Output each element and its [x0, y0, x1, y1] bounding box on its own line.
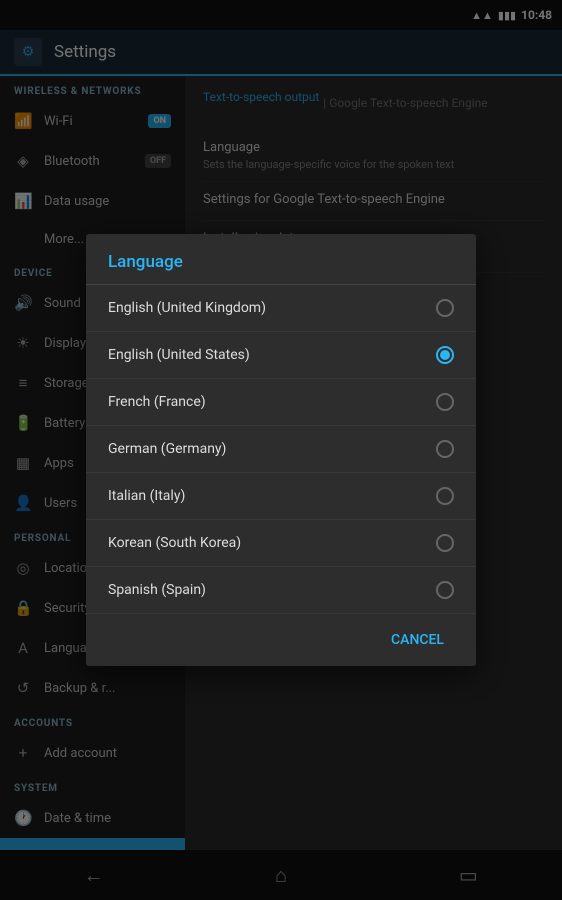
modal-option-it-it-label: Italian (Italy): [108, 488, 185, 504]
modal-option-it-it[interactable]: Italian (Italy): [86, 473, 476, 520]
radio-en-gb: [436, 299, 454, 317]
modal-overlay: Language English (United Kingdom) Englis…: [0, 0, 562, 900]
modal-option-en-us[interactable]: English (United States): [86, 332, 476, 379]
modal-option-es-es[interactable]: Spanish (Spain): [86, 567, 476, 614]
radio-fr-fr: [436, 393, 454, 411]
language-modal: Language English (United Kingdom) Englis…: [86, 234, 476, 666]
modal-title: Language: [86, 234, 476, 285]
modal-footer: Cancel: [86, 614, 476, 666]
modal-option-es-es-label: Spanish (Spain): [108, 582, 206, 598]
modal-option-de-de[interactable]: German (Germany): [86, 426, 476, 473]
radio-it-it: [436, 487, 454, 505]
radio-en-us-inner: [440, 350, 450, 360]
modal-option-en-gb-label: English (United Kingdom): [108, 300, 266, 316]
radio-es-es: [436, 581, 454, 599]
radio-en-us: [436, 346, 454, 364]
modal-option-ko-kr[interactable]: Korean (South Korea): [86, 520, 476, 567]
radio-de-de: [436, 440, 454, 458]
radio-ko-kr: [436, 534, 454, 552]
modal-option-en-gb[interactable]: English (United Kingdom): [86, 285, 476, 332]
modal-option-fr-fr-label: French (France): [108, 394, 206, 410]
modal-option-fr-fr[interactable]: French (France): [86, 379, 476, 426]
modal-cancel-button[interactable]: Cancel: [381, 626, 454, 654]
modal-option-en-us-label: English (United States): [108, 347, 250, 363]
modal-option-de-de-label: German (Germany): [108, 441, 226, 457]
modal-option-ko-kr-label: Korean (South Korea): [108, 535, 241, 551]
